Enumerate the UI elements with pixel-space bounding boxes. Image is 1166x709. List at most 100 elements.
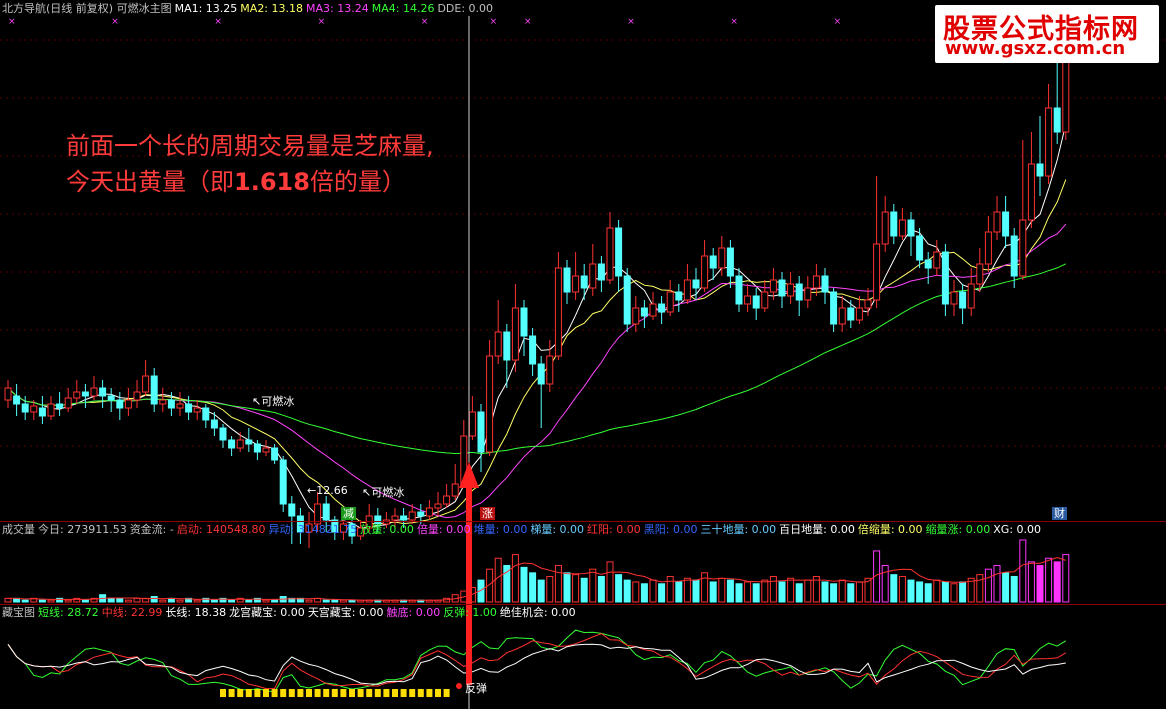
x-mark: × — [627, 17, 635, 27]
volume-bar — [830, 583, 838, 603]
candle-body — [933, 251, 941, 269]
volume-bar — [640, 583, 648, 603]
ma3-line — [7, 223, 1067, 519]
candle-body — [1010, 235, 1018, 277]
volume-bar — [529, 572, 537, 603]
candle-body — [451, 483, 459, 497]
candle-body — [228, 439, 236, 449]
volume-bar — [649, 579, 657, 603]
volume-bar — [855, 581, 863, 603]
bottom-bar — [271, 689, 278, 697]
volume-bar — [941, 581, 949, 603]
candle-body — [193, 407, 201, 413]
candle-body — [417, 511, 425, 517]
divider-volume — [0, 521, 1166, 522]
candle-body — [236, 439, 244, 449]
bottom-bar — [409, 689, 416, 697]
bottom-bar — [374, 689, 381, 697]
candle-body — [116, 399, 124, 409]
candle-body — [976, 263, 984, 285]
volume-bar — [735, 583, 743, 603]
candle-body — [701, 255, 709, 289]
volume-bar — [572, 574, 580, 603]
volume-bar — [787, 577, 795, 603]
watermark-url: www.gsxz.com.cn — [945, 38, 1126, 59]
candle-body — [795, 283, 803, 301]
candle-body — [124, 399, 132, 409]
volume-bar — [107, 597, 115, 603]
bottom-bar — [426, 689, 433, 697]
candle-body — [812, 275, 820, 289]
volume_header-item: 黑阳: 0.00 — [643, 523, 698, 536]
candle-body — [185, 403, 193, 413]
volume-bar — [81, 599, 89, 603]
annotation-line-1: 前面一个长的周期交易量是芝麻量, — [66, 132, 434, 160]
short-line-series — [7, 629, 1067, 693]
bottom-bar — [357, 689, 364, 697]
signal-wealth-badge: 财 — [1052, 507, 1067, 520]
volume-bar — [933, 579, 941, 603]
candle-body — [520, 307, 528, 337]
volume-bar — [838, 579, 846, 603]
volume_header-item: 三十地量: 0.00 — [700, 523, 777, 536]
volume-bar — [580, 577, 588, 603]
volume-bar — [210, 599, 218, 603]
candle-body — [1053, 107, 1061, 133]
candle-body — [907, 219, 915, 237]
bottom-bar — [280, 689, 287, 697]
lower_header-item: 藏宝图 — [2, 606, 35, 619]
candle-body — [21, 403, 29, 413]
bottom-bar — [443, 689, 450, 697]
x-mark: × — [834, 17, 842, 27]
volume-bar — [348, 599, 356, 603]
volume-bar — [1010, 575, 1018, 603]
candle-body — [658, 303, 666, 313]
x-mark: × — [111, 17, 119, 27]
candle-body — [941, 251, 949, 305]
bottom-bar — [288, 689, 295, 697]
arrow-shaft — [466, 485, 472, 685]
lower_header-item: 反弹: 1.00 — [443, 606, 497, 619]
bottom-bar — [331, 689, 338, 697]
volume-bar — [683, 577, 691, 603]
candle-body — [821, 275, 829, 293]
volume-bar — [847, 583, 855, 603]
candle-body — [589, 263, 597, 289]
bottom-bar — [366, 689, 373, 697]
candle-body — [864, 299, 872, 309]
bottom-bar — [400, 689, 407, 697]
lower_header-item: 短线: 28.72 — [38, 606, 99, 619]
volume-bar — [494, 557, 502, 603]
candle-body — [890, 211, 898, 237]
volume_header-item: 百日地量: 0.00 — [779, 523, 855, 536]
x-mark: × — [730, 17, 738, 27]
volume-bar — [632, 581, 640, 603]
chart-canvas[interactable]: ×××××××××××× — [0, 0, 1166, 709]
volume-bar — [718, 577, 726, 603]
bottom-bar — [340, 689, 347, 697]
volume-bar — [993, 565, 1001, 603]
volume-bar — [959, 581, 967, 603]
candle-body — [408, 511, 416, 521]
watermark-logo: 股票公式指标网 www.gsxz.com.cn — [935, 5, 1159, 63]
volume-bar — [1019, 539, 1027, 603]
lower_header-item: 长线: 18.38 — [165, 606, 227, 619]
volume-bar — [597, 575, 605, 603]
volume-bar — [245, 599, 253, 603]
volume-bar — [38, 599, 46, 603]
signal-low-price: ←12.66 — [307, 484, 348, 497]
candle-body — [1045, 107, 1053, 177]
volume-bar — [907, 579, 915, 603]
candle-body — [855, 307, 863, 321]
volume-bar — [159, 599, 167, 603]
volume-bar — [778, 581, 786, 603]
candle-body — [847, 307, 855, 321]
candle-body — [1019, 219, 1027, 277]
candle-body — [735, 275, 743, 305]
volume-bar — [821, 581, 829, 603]
candle-body — [718, 247, 726, 269]
candle-body — [38, 407, 46, 417]
candle-body — [30, 405, 38, 413]
signal-burn-ice-2: ↖可燃冰 — [362, 486, 405, 499]
volume-bar — [228, 599, 236, 603]
